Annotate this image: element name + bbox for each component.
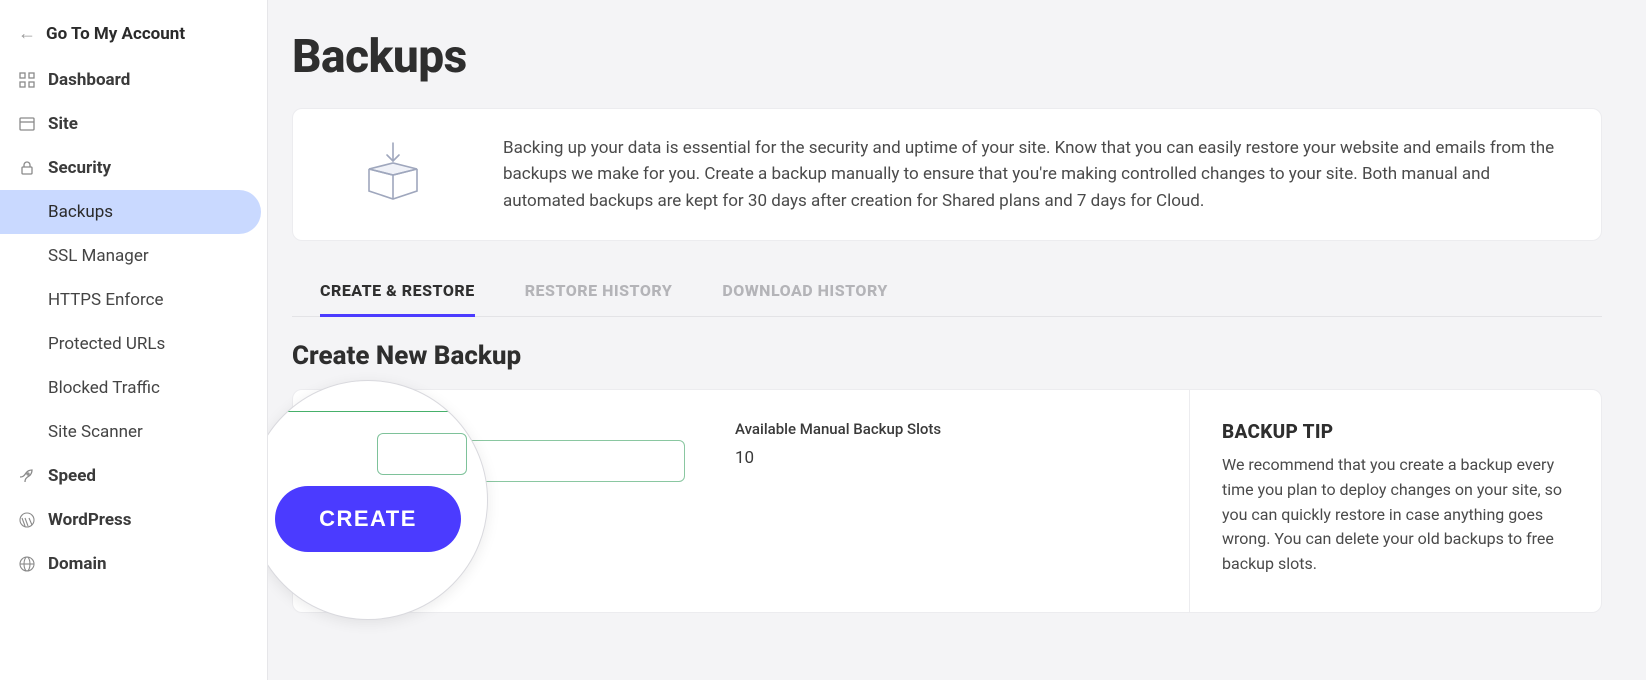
wordpress-icon	[18, 511, 36, 529]
sidebar-subitem-backups[interactable]: Backups	[0, 190, 261, 234]
arrow-left-icon: ←	[18, 25, 36, 43]
sidebar-item-dashboard[interactable]: Dashboard	[0, 58, 267, 102]
create-section-title: Create New Backup	[292, 341, 1602, 371]
tip-title: BACKUP TIP	[1222, 420, 1569, 443]
sidebar-subitem-label: Backups	[48, 202, 113, 222]
globe-icon	[18, 555, 36, 573]
tab-download-history[interactable]: DOWNLOAD HISTORY	[722, 267, 888, 317]
tip-text: We recommend that you create a backup ev…	[1222, 453, 1569, 577]
sidebar-item-label: Domain	[48, 554, 107, 574]
magnifier-input-outline	[377, 433, 467, 475]
magnifier-divider	[277, 411, 459, 412]
sidebar-subitem-label: SSL Manager	[48, 246, 149, 266]
sidebar-item-wordpress[interactable]: WordPress	[0, 498, 267, 542]
sidebar-subitem-label: Site Scanner	[48, 422, 143, 442]
sidebar-item-site[interactable]: Site	[0, 102, 267, 146]
sidebar: ← Go To My Account Dashboard Site Securi…	[0, 0, 268, 680]
dashboard-icon	[18, 71, 36, 89]
create-button[interactable]: CREATE	[275, 486, 461, 552]
sidebar-subitem-label: Protected URLs	[48, 334, 165, 354]
backup-tip-panel: BACKUP TIP We recommend that you create …	[1189, 390, 1601, 612]
sidebar-item-label: Dashboard	[48, 70, 130, 90]
sidebar-item-domain[interactable]: Domain	[0, 542, 267, 586]
sidebar-item-label: Speed	[48, 466, 96, 486]
sidebar-subitem-https-enforce[interactable]: HTTPS Enforce	[0, 278, 267, 322]
create-button-label: CREATE	[319, 506, 417, 531]
slots-label: Available Manual Backup Slots	[735, 420, 1157, 438]
tab-label: CREATE & RESTORE	[320, 281, 475, 300]
sidebar-subitem-label: HTTPS Enforce	[48, 290, 164, 310]
tab-label: RESTORE HISTORY	[525, 281, 673, 300]
sidebar-subitem-label: Blocked Traffic	[48, 378, 160, 398]
lock-icon	[18, 159, 36, 177]
site-icon	[18, 115, 36, 133]
slots-column: Available Manual Backup Slots 10	[735, 420, 1157, 582]
speed-icon	[18, 467, 36, 485]
create-backup-card: Available Manual Backup Slots 10 BACKUP …	[292, 389, 1602, 613]
tab-create-restore[interactable]: CREATE & RESTORE	[320, 267, 475, 317]
go-to-account-link[interactable]: ← Go To My Account	[0, 14, 267, 58]
sidebar-item-speed[interactable]: Speed	[0, 454, 267, 498]
sidebar-subitem-site-scanner[interactable]: Site Scanner	[0, 410, 267, 454]
main-content: Backups Backing up your data is essentia…	[268, 0, 1646, 680]
backup-box-icon	[323, 139, 463, 211]
sidebar-subitem-blocked-traffic[interactable]: Blocked Traffic	[0, 366, 267, 410]
sidebar-subitem-ssl-manager[interactable]: SSL Manager	[0, 234, 267, 278]
sidebar-subitem-protected-urls[interactable]: Protected URLs	[0, 322, 267, 366]
tab-restore-history[interactable]: RESTORE HISTORY	[525, 267, 673, 317]
sidebar-item-label: Site	[48, 114, 78, 134]
page-title: Backups	[292, 30, 1602, 84]
sidebar-item-security[interactable]: Security	[0, 146, 267, 190]
tabs: CREATE & RESTORE RESTORE HISTORY DOWNLOA…	[292, 267, 1602, 317]
info-description: Backing up your data is essential for th…	[503, 135, 1571, 214]
tab-label: DOWNLOAD HISTORY	[722, 281, 888, 300]
info-card: Backing up your data is essential for th…	[292, 108, 1602, 241]
go-to-account-label: Go To My Account	[46, 24, 185, 44]
sidebar-item-label: Security	[48, 158, 111, 178]
slots-value: 10	[735, 448, 1157, 468]
sidebar-item-label: WordPress	[48, 510, 132, 530]
